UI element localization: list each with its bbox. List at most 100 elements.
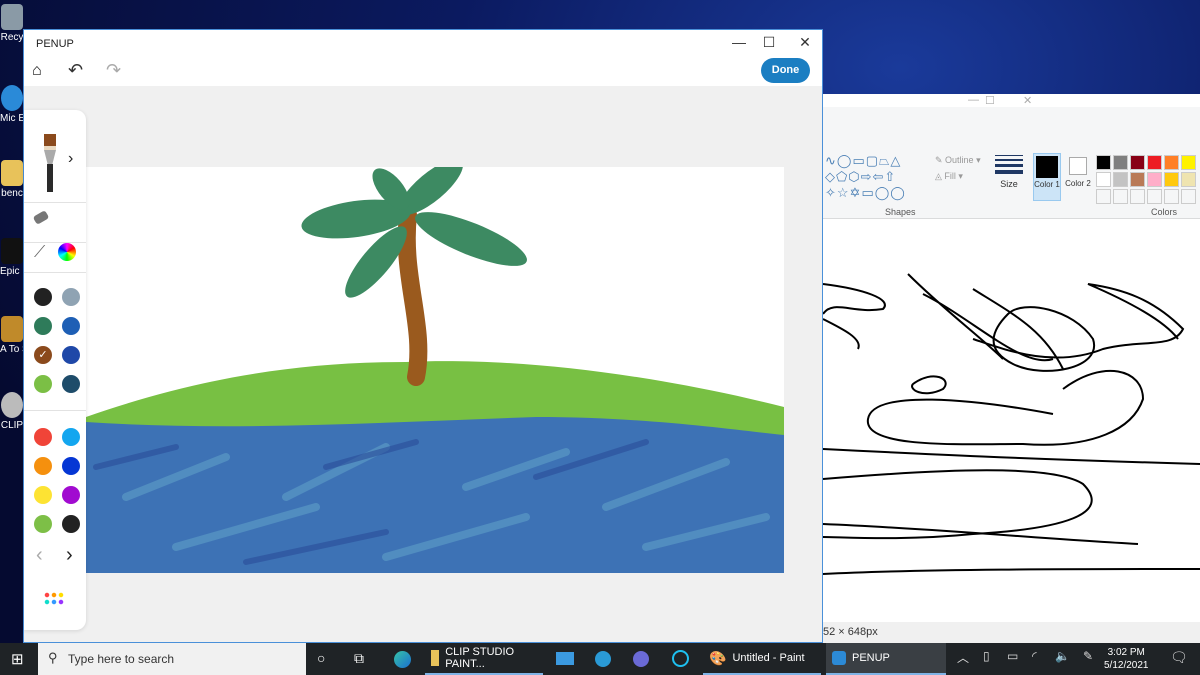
size-button[interactable]: Size [995, 153, 1023, 189]
palette-prev-button[interactable]: ‹ [36, 544, 43, 567]
screen-recorder-icon[interactable] [633, 651, 649, 667]
brush-tool[interactable] [44, 134, 56, 192]
desktop-icon-folder[interactable]: benc [0, 160, 24, 199]
fill-button[interactable]: ◬ Fill ▾ [935, 171, 963, 182]
shapes-gallery[interactable]: ∿◯▭▢⏢△ ◇⬠⬡⇨⇦⇧ ✧☆✡▭◯◯ [825, 153, 923, 201]
color-swatch[interactable] [34, 375, 52, 393]
desktop-icon-epic[interactable]: Epic Lau [0, 238, 24, 277]
taskbar-search-box[interactable]: ⚲ Type here to search [38, 643, 306, 675]
color-wheel-icon[interactable] [58, 243, 76, 261]
color-swatch[interactable] [62, 288, 80, 306]
shapes-group-label: Shapes [885, 207, 916, 217]
desktop-icon-label: Recy [0, 32, 24, 43]
alexa-icon[interactable] [672, 650, 689, 667]
palette-menu-icon[interactable] [44, 592, 64, 606]
palette-color[interactable] [1096, 172, 1111, 187]
color2-button[interactable]: Color 2 [1065, 153, 1091, 201]
size-label: Size [1000, 179, 1018, 189]
mail-icon[interactable] [556, 652, 574, 665]
eraser-icon[interactable] [32, 210, 50, 225]
cortana-icon[interactable]: ○ [317, 650, 325, 666]
color-swatch[interactable] [34, 288, 52, 306]
maximize-button[interactable]: ☐ [759, 34, 779, 51]
desktop-icon-saga[interactable]: A To Sag [0, 316, 24, 355]
taskbar: ⊞ ⚲ Type here to search ○ ⧉ CLIP STUDIO … [0, 643, 1200, 675]
palette-color[interactable] [1181, 155, 1196, 170]
paint-scribble-drawing [822, 273, 1200, 575]
search-app-icon[interactable] [595, 651, 611, 667]
meet-now-icon[interactable]: ▯ [983, 649, 990, 663]
window-title: PENUP [36, 38, 74, 50]
search-icon: ⚲ [48, 650, 58, 665]
pen-icon[interactable]: ✎ [1083, 649, 1093, 663]
done-button[interactable]: Done [761, 58, 810, 83]
penup-title-bar: PENUP — ☐ ✕ ⌂ ↶ ↷ Done [24, 30, 822, 86]
outline-button[interactable]: ✎ Outline ▾ [935, 155, 981, 166]
color-swatch[interactable] [62, 515, 80, 533]
palette-color[interactable] [1113, 172, 1128, 187]
color1-button[interactable]: Color 1 [1033, 153, 1061, 201]
desktop-icon-clip[interactable]: CLIP [0, 392, 24, 431]
palette-next-button[interactable]: › [66, 544, 73, 567]
color-swatch[interactable] [34, 486, 52, 504]
palette-color[interactable] [1147, 172, 1162, 187]
eyedropper-icon[interactable]: ⟋ [34, 244, 45, 262]
color-swatch[interactable] [34, 428, 52, 446]
color1-label: Color 1 [1034, 180, 1060, 189]
color2-label: Color 2 [1065, 179, 1091, 188]
palette-color[interactable] [1130, 155, 1145, 170]
taskbar-app-penup[interactable]: PENUP [826, 643, 946, 675]
color-swatch[interactable] [62, 428, 80, 446]
maximize-button[interactable]: ☐ [985, 94, 995, 107]
wifi-icon[interactable]: ◜ [1032, 649, 1037, 663]
color-swatch[interactable] [62, 486, 80, 504]
palette-custom-slot[interactable] [1181, 189, 1196, 204]
palette-color[interactable] [1164, 172, 1179, 187]
palette-color[interactable] [1147, 155, 1162, 170]
desktop-icon-recycle-bin[interactable]: Recy [0, 4, 24, 43]
redo-icon[interactable]: ↷ [106, 60, 121, 81]
palette-custom-slot[interactable] [1147, 189, 1162, 204]
palette-custom-slot[interactable] [1113, 189, 1128, 204]
undo-icon[interactable]: ↶ [68, 60, 83, 81]
paint-canvas[interactable] [822, 219, 1200, 622]
color-swatch[interactable] [62, 346, 80, 364]
color-swatch[interactable] [34, 457, 52, 475]
volume-icon[interactable]: 🔈 [1055, 649, 1070, 663]
color-swatch[interactable] [62, 457, 80, 475]
battery-icon[interactable]: ▭ [1007, 649, 1018, 663]
palette-color[interactable] [1181, 172, 1196, 187]
windows-start-icon[interactable]: ⊞ [11, 650, 24, 668]
brush-settings-chevron-icon[interactable]: › [68, 150, 73, 168]
edge-icon[interactable] [394, 651, 411, 668]
color-swatch[interactable] [34, 317, 52, 335]
palette-color[interactable] [1096, 155, 1111, 170]
color-swatch[interactable] [34, 515, 52, 533]
paint-palette-icon: 🎨 [709, 649, 727, 666]
close-button[interactable]: ✕ [795, 34, 815, 51]
palette-custom-slot[interactable] [1130, 189, 1145, 204]
task-view-icon[interactable]: ⧉ [354, 650, 364, 667]
palette-custom-slot[interactable] [1164, 189, 1179, 204]
fill-label: Fill [944, 171, 956, 181]
home-icon[interactable]: ⌂ [32, 62, 42, 80]
minimize-button[interactable]: — [968, 94, 979, 106]
palette-color[interactable] [1113, 155, 1128, 170]
notifications-icon[interactable]: 🗨 [1170, 649, 1188, 666]
color-swatch[interactable] [62, 317, 80, 335]
palette-custom-slot[interactable] [1096, 189, 1111, 204]
palette-color[interactable] [1130, 172, 1145, 187]
minimize-button[interactable]: — [729, 34, 749, 50]
app-label: CLIP STUDIO PAINT... [445, 646, 515, 670]
palette-color[interactable] [1164, 155, 1179, 170]
color-swatch[interactable] [62, 375, 80, 393]
close-button[interactable]: ✕ [1023, 94, 1032, 107]
clock[interactable]: 3:02 PM 5/12/2021 [1104, 646, 1149, 672]
tool-panel: › ⟋ ✓ ‹ › [24, 110, 86, 630]
show-hidden-icons-chevron[interactable]: ︿ [957, 649, 969, 666]
drawing-canvas[interactable] [86, 167, 784, 573]
taskbar-app-paint[interactable]: 🎨 Untitled - Paint [703, 643, 821, 675]
taskbar-app-clip-studio[interactable]: CLIP STUDIO PAINT... [425, 643, 543, 675]
desktop-icon-edge[interactable]: Mic E [0, 85, 24, 124]
color-swatch[interactable]: ✓ [34, 346, 52, 364]
